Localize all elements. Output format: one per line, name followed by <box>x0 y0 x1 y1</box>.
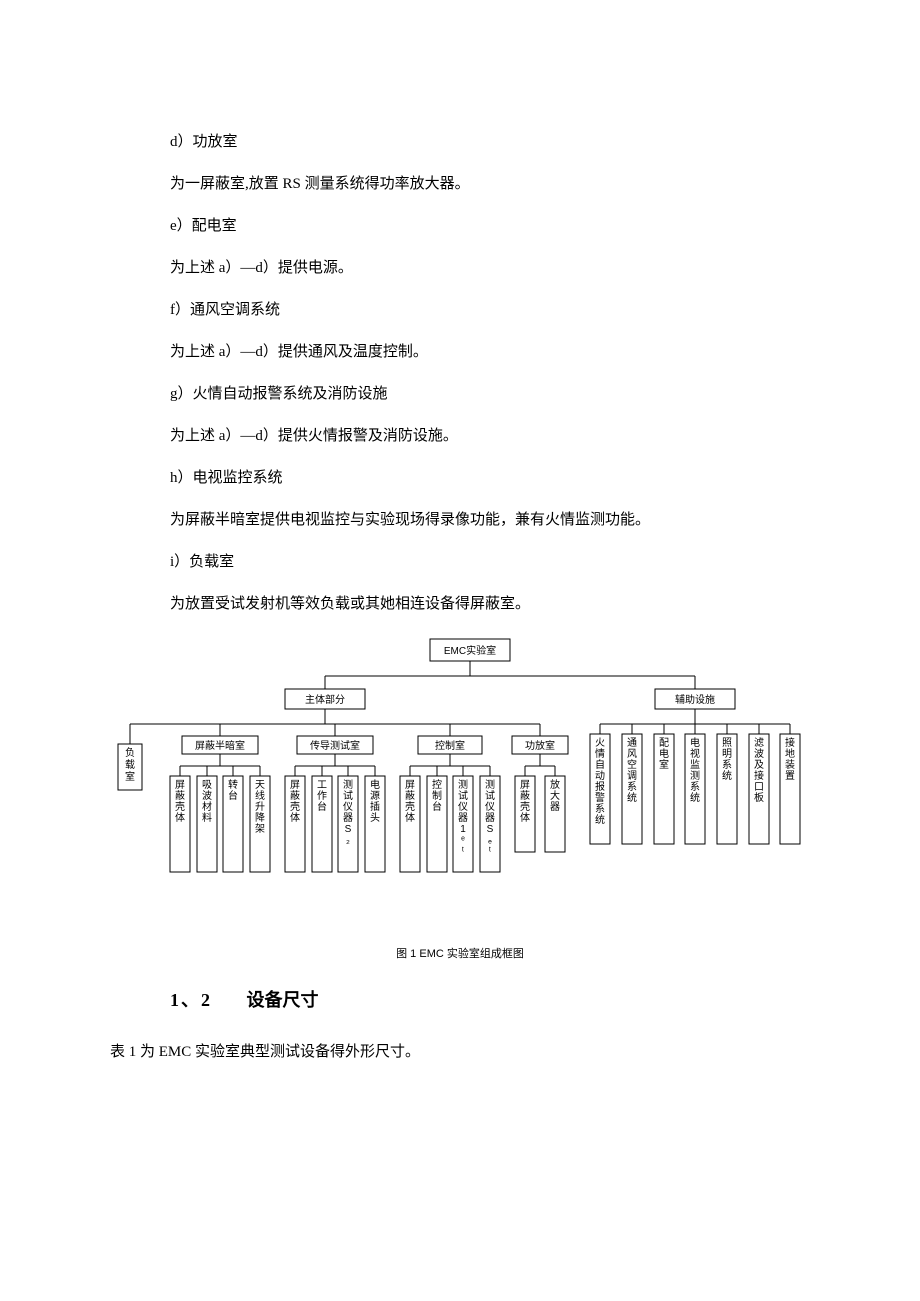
svg-text:工作台: 工作台 <box>317 780 327 813</box>
org-chart-diagram: EMC实验室 主体部分 辅助设施 负载室 屏蔽半暗室 屏蔽壳体 吸波材料 转台 天线升… <box>110 634 810 961</box>
svg-text:控制台: 控制台 <box>432 778 442 813</box>
svg-text:吸波材料: 吸波材料 <box>202 780 212 824</box>
svg-text:电视监测系统: 电视监测系统 <box>690 736 700 804</box>
para-e-head: e）配电室 <box>170 214 750 238</box>
svg-text:转台: 转台 <box>228 778 238 802</box>
para-i-body: 为放置受试发射机等效负载或其她相连设备得屏蔽室。 <box>170 592 750 616</box>
svg-text:屏蔽壳体: 屏蔽壳体 <box>405 779 415 824</box>
control-leaves: 屏蔽壳体控制台测试仪器1ᵉᵗ测试仪器Sₑᵗ <box>400 766 500 872</box>
para-e-body: 为上述 a）—d）提供电源。 <box>170 256 750 280</box>
para-d-body: 为一屏蔽室,放置 RS 测量系统得功率放大器。 <box>170 172 750 196</box>
para-f-head: f）通风空调系统 <box>170 298 750 322</box>
table-note: 表 1 为 EMC 实验室典型测试设备得外形尺寸。 <box>110 1040 750 1064</box>
svg-text:屏蔽壳体: 屏蔽壳体 <box>290 779 300 824</box>
svg-text:照明系统: 照明系统 <box>722 737 732 782</box>
node-conduct: 传导测试室 <box>310 739 360 752</box>
para-g-body: 为上述 a）—d）提供火情报警及消防设施。 <box>170 424 750 448</box>
svg-text:屏蔽壳体: 屏蔽壳体 <box>175 779 185 824</box>
para-f-body: 为上述 a）—d）提供通风及温度控制。 <box>170 340 750 364</box>
amp-leaves: 屏蔽壳体 放大器 <box>515 766 565 852</box>
svg-text:放大器: 放大器 <box>550 778 560 813</box>
aux-leaves: 火情自动报警系统 通风空调系统 配电室 电视监测系统 照明系统 滤波及接口板 接地装置 <box>590 724 800 844</box>
svg-text:接地装置: 接地装置 <box>785 736 795 782</box>
node-main: 主体部分 <box>305 693 345 706</box>
conduct-leaves: 屏蔽壳体工作台测试仪器S₂电源插头 <box>285 766 385 872</box>
section-title: 设备尺寸 <box>247 990 319 1010</box>
shield-leaves: 屏蔽壳体 吸波材料 转台 天线升降架 <box>170 766 270 872</box>
node-control: 控制室 <box>435 739 465 752</box>
section-num: 1、2 <box>170 990 212 1010</box>
para-d-head: d）功放室 <box>170 130 750 154</box>
para-g-head: g）火情自动报警系统及消防设施 <box>170 382 750 406</box>
para-h-head: h）电视监控系统 <box>170 466 750 490</box>
para-h-body: 为屏蔽半暗室提供电视监控与实验现场得录像功能，兼有火情监测功能。 <box>170 508 750 532</box>
node-load: 负载室 <box>125 746 135 783</box>
node-aux: 辅助设施 <box>675 693 715 706</box>
node-shield: 屏蔽半暗室 <box>195 739 245 752</box>
node-root: EMC实验室 <box>444 644 496 657</box>
svg-text:火情自动报警系统: 火情自动报警系统 <box>595 737 605 826</box>
svg-text:电源插头: 电源插头 <box>370 778 380 824</box>
svg-text:屏蔽壳体: 屏蔽壳体 <box>520 779 530 824</box>
diagram-caption: 图 1 EMC 实验室组成框图 <box>110 948 810 961</box>
svg-text:天线升降架: 天线升降架 <box>255 780 265 835</box>
para-i-head: i）负载室 <box>170 550 750 574</box>
section-heading: 1、2 设备尺寸 <box>170 986 750 1015</box>
node-amp: 功放室 <box>525 739 555 752</box>
svg-text:滤波及接口板: 滤波及接口板 <box>754 736 764 804</box>
svg-text:配电室: 配电室 <box>659 737 669 771</box>
svg-text:通风空调系统: 通风空调系统 <box>627 737 637 804</box>
